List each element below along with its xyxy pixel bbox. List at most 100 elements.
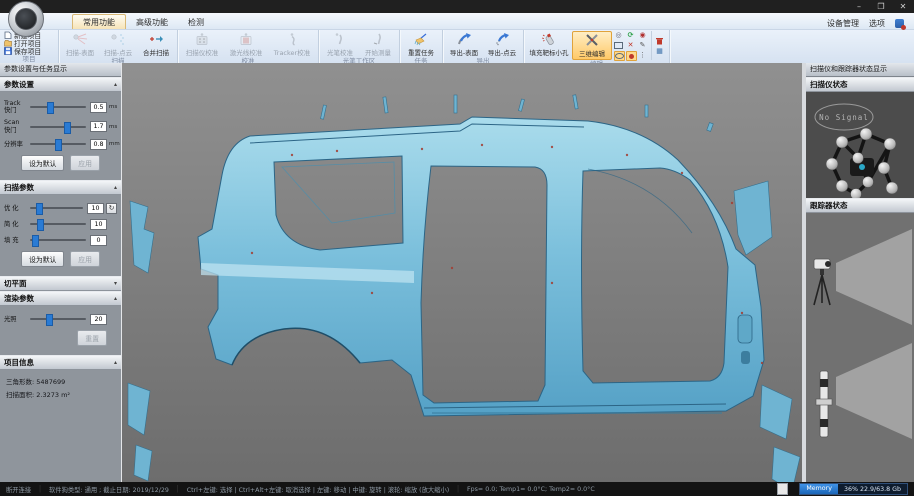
tab-advanced-functions[interactable]: 高级功能: [126, 15, 178, 29]
collapse-arrow-icon: ▴: [114, 295, 117, 302]
reset-task-button[interactable]: 重置任务: [402, 31, 440, 57]
open-project-icon: [4, 39, 12, 47]
tab-inspection[interactable]: 检测: [178, 15, 214, 29]
statusbar-separator: │: [38, 486, 42, 493]
triangle-count-label: 三角形数:: [6, 378, 34, 386]
tracker-calibration-icon: [284, 32, 300, 46]
menu-device-management[interactable]: 设备管理: [827, 18, 859, 29]
resolution-slider[interactable]: [30, 143, 86, 145]
close-button[interactable]: ✕: [892, 0, 914, 13]
pen-calibration-button[interactable]: 光笔校准: [321, 31, 359, 57]
fill-slider[interactable]: [30, 239, 86, 241]
track-shutter-value[interactable]: 0.5: [90, 102, 107, 113]
tab-common-functions[interactable]: 常用功能: [72, 14, 126, 29]
simplify-slider[interactable]: [30, 223, 86, 225]
lighting-slider[interactable]: [30, 318, 86, 320]
scan-surface-button[interactable]: 扫描-表面: [61, 31, 99, 57]
slider-thumb[interactable]: [36, 203, 43, 215]
render-params-content: 光照 20 重置: [0, 306, 121, 355]
collapse-arrow-icon: ▴: [114, 359, 117, 366]
ribbon-group-calibration: 扫描仪校准 激光线校准 Tracker校准 校准: [178, 30, 319, 63]
section-render-params[interactable]: 渲染参数▴: [0, 291, 121, 306]
scanner-calibration-icon: [194, 32, 210, 46]
fill-value[interactable]: 0: [90, 235, 107, 246]
scan-shutter-unit: ms: [109, 124, 117, 130]
param-set-default-button[interactable]: 设为默认: [21, 155, 64, 171]
section-scanner-status[interactable]: 扫描仪状态: [806, 77, 914, 92]
mouse-hints: Ctrl+左键: 选择 | Ctrl+Alt+左键: 取消选择 | 左键: 移动…: [187, 485, 450, 494]
table-view-icon[interactable]: ▦: [655, 47, 664, 55]
delete-icon[interactable]: [655, 37, 664, 45]
rect-select-icon[interactable]: [614, 41, 623, 49]
scanner-calibration-button[interactable]: 扫描仪校准: [180, 31, 224, 57]
save-project-button[interactable]: 保存项目: [4, 47, 54, 55]
connection-status[interactable]: 断开连接: [6, 485, 31, 494]
statusbar-separator: │: [456, 486, 460, 493]
maximize-button[interactable]: ❐: [870, 0, 892, 13]
merge-scan-button[interactable]: 合并扫描: [137, 31, 175, 57]
account-icon[interactable]: [895, 19, 904, 28]
scan-pointcloud-button[interactable]: 扫描-点云: [99, 31, 137, 57]
slider-thumb[interactable]: [64, 122, 71, 134]
resize-grip[interactable]: [777, 483, 788, 495]
app-window: – ❐ ✕ 常用功能 高级功能 检测 设备管理 选项 新建项目: [0, 0, 914, 496]
scan-params-content: 优 化 10 ↻ 简 化 10 填 充 0 设为默认 应用: [0, 195, 121, 276]
scan-set-default-button[interactable]: 设为默认: [21, 251, 64, 267]
section-tracker-status[interactable]: 跟踪器状态: [806, 198, 914, 213]
section-clip-plane-label: 切平面: [4, 278, 27, 289]
device-status-panel: 扫描仪和跟踪器状态显示 扫描仪状态 No Signal: [806, 63, 914, 482]
optimize-refresh-icon[interactable]: ↻: [106, 203, 117, 214]
title-bar: – ❐ ✕: [0, 0, 914, 13]
optimize-slider[interactable]: [30, 207, 83, 209]
section-param-settings[interactable]: 参数设置▴: [0, 77, 121, 92]
pen-calibration-icon: [332, 32, 348, 46]
slider-thumb[interactable]: [46, 314, 53, 326]
slider-thumb[interactable]: [55, 139, 62, 151]
section-scan-params[interactable]: 扫描参数▴: [0, 180, 121, 195]
menu-options[interactable]: 选项: [869, 18, 885, 29]
scan-area-label: 扫描面积:: [6, 391, 34, 399]
view-mode-icon[interactable]: ◎: [614, 31, 623, 39]
tracker-calibration-button[interactable]: Tracker校准: [268, 31, 316, 57]
scan-shutter-slider[interactable]: [30, 126, 86, 128]
project-info-content: 三角形数: 5487699 扫描面积: 2.3273 m²: [0, 370, 121, 404]
start-measure-label: 开始测量: [365, 47, 391, 57]
laser-calibration-button[interactable]: 激光线校准: [224, 31, 268, 57]
reset-task-label: 重置任务: [408, 47, 434, 57]
record-icon[interactable]: ◉: [638, 31, 647, 39]
refresh-selection-icon[interactable]: ⟳: [626, 31, 635, 39]
delete-selected-icon[interactable]: ✕: [626, 41, 635, 49]
resolution-value[interactable]: 0.8: [90, 139, 107, 150]
export-pointcloud-button[interactable]: 导出-点云: [483, 31, 521, 57]
start-measure-icon: [370, 32, 386, 46]
fill-marker-holes-button[interactable]: 填充靶标小孔: [526, 31, 572, 60]
scan-apply-button[interactable]: 应用: [70, 251, 100, 267]
fill-marker-holes-icon: [541, 32, 557, 46]
simplify-value[interactable]: 10: [90, 219, 107, 230]
export-surface-button[interactable]: 导出-表面: [445, 31, 483, 57]
optimize-value[interactable]: 10: [87, 203, 104, 214]
ribbon-tab-row: 常用功能 高级功能 检测 设备管理 选项: [0, 13, 914, 30]
3d-viewport[interactable]: [122, 63, 802, 482]
slider-thumb[interactable]: [47, 102, 54, 114]
scan-shutter-value[interactable]: 1.7: [90, 121, 107, 132]
minimize-button[interactable]: –: [848, 0, 870, 13]
simplify-row: 简 化 10: [4, 219, 117, 230]
edit-extra-toolbar: ▦: [651, 31, 667, 60]
start-measure-button[interactable]: 开始测量: [359, 31, 397, 57]
pencil-icon[interactable]: ✎: [638, 41, 647, 49]
edit-3d-button[interactable]: 三维编辑: [572, 31, 612, 60]
section-project-info[interactable]: 项目信息▴: [0, 355, 121, 370]
param-apply-button[interactable]: 应用: [70, 155, 100, 171]
app-logo-icon[interactable]: [8, 1, 44, 37]
edit-mini-toolbar: ◎ ⟳ ◉ ✕ ✎ ⋮: [612, 31, 651, 60]
track-shutter-slider[interactable]: [30, 106, 86, 108]
reset-task-icon: [413, 32, 429, 46]
slider-thumb[interactable]: [37, 219, 44, 231]
lighting-value[interactable]: 20: [90, 314, 107, 325]
slider-thumb[interactable]: [32, 235, 39, 247]
scan-surface-label: 扫描-表面: [66, 47, 94, 57]
render-reset-button[interactable]: 重置: [77, 330, 107, 346]
more-options-icon[interactable]: ⋮: [638, 51, 647, 59]
section-clip-plane[interactable]: 切平面▾: [0, 276, 121, 291]
